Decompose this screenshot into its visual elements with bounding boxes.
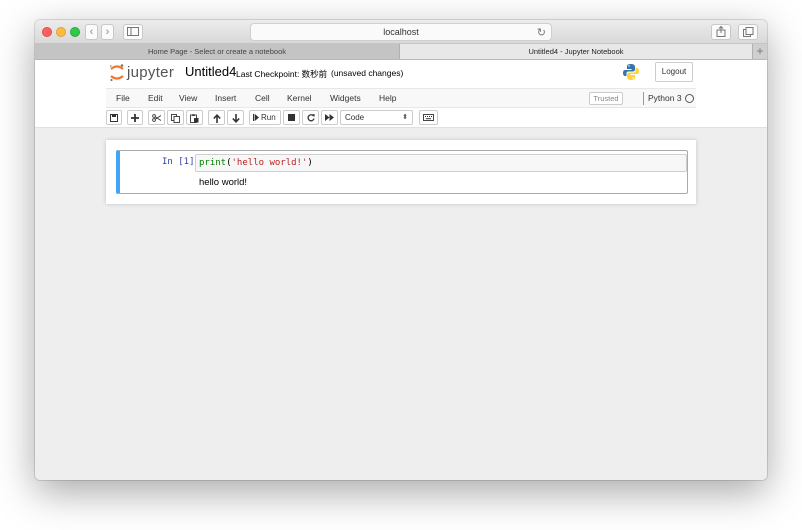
jupyter-logo-icon: [110, 64, 124, 82]
cell-output: hello world!: [199, 177, 248, 188]
code-editor[interactable]: print('hello world!'): [195, 154, 687, 172]
arrow-up-icon: [212, 114, 221, 123]
plus-icon: [131, 114, 139, 122]
arrow-down-icon: [231, 114, 240, 123]
cell-type-value: Code: [345, 113, 365, 122]
kernel-separator: [643, 92, 644, 105]
menu-file[interactable]: File: [116, 93, 130, 103]
plus-icon: +: [756, 44, 764, 58]
notebook-toolbar: Run Code ⬍: [106, 110, 706, 126]
cut-button[interactable]: [148, 110, 165, 125]
sidebar-toggle-button[interactable]: [123, 24, 143, 40]
tab-home-page[interactable]: Home Page - Select or create a notebook: [35, 44, 400, 59]
interrupt-kernel-button[interactable]: [283, 110, 300, 125]
move-down-button[interactable]: [227, 110, 244, 125]
notebook-container: In [1]: print('hello world!') hello worl…: [106, 140, 696, 204]
title-bar: ‹ › localhost ↻: [35, 20, 767, 44]
browser-window: ‹ › localhost ↻ Home Page - Select or cr…: [35, 20, 767, 480]
logout-button[interactable]: Logout: [655, 62, 693, 82]
last-checkpoint: Last Checkpoint: 数秒前: [236, 69, 328, 79]
paste-button[interactable]: [186, 110, 203, 125]
logo-text: jupyter: [127, 64, 175, 81]
keyboard-icon: [423, 114, 434, 121]
code-paren-close: ): [307, 158, 313, 168]
tab-bar: Home Page - Select or create a notebook …: [35, 44, 767, 60]
scissors-icon: [152, 114, 161, 122]
stop-icon: [288, 114, 295, 121]
notebook-area: In [1]: print('hello world!') hello worl…: [35, 128, 767, 480]
address-text: localhost: [383, 27, 419, 37]
minimize-window-button[interactable]: [56, 27, 66, 37]
sidebar-icon: [127, 27, 139, 36]
run-label: Run: [261, 113, 276, 122]
share-button[interactable]: [711, 24, 731, 40]
restart-run-all-button[interactable]: [321, 110, 338, 125]
select-arrows-icon: ⬍: [402, 114, 408, 121]
close-window-button[interactable]: [42, 27, 52, 37]
tab-label: Untitled4 - Jupyter Notebook: [528, 47, 624, 56]
kernel-idle-icon: [685, 94, 694, 103]
forward-button[interactable]: ›: [101, 24, 114, 40]
python-logo-icon: [623, 64, 639, 80]
chevron-right-icon: ›: [105, 26, 110, 38]
menu-kernel[interactable]: Kernel: [287, 93, 312, 103]
menu-insert[interactable]: Insert: [215, 93, 236, 103]
code-string: 'hello world!': [231, 158, 308, 168]
tabs-overview-icon: [742, 27, 753, 37]
restart-kernel-button[interactable]: [302, 110, 319, 125]
chevron-left-icon: ‹: [89, 26, 94, 38]
tab-label: Home Page - Select or create a notebook: [148, 47, 286, 56]
menu-view[interactable]: View: [179, 93, 197, 103]
jupyter-logo[interactable]: jupyter: [109, 63, 179, 83]
menu-bar: File Edit View Insert Cell Kernel Widget…: [106, 88, 696, 108]
autosave-status: (unsaved changes): [331, 68, 404, 78]
new-tab-button[interactable]: +: [752, 44, 767, 59]
kernel-name: Python 3: [648, 93, 682, 103]
address-bar[interactable]: localhost ↻: [250, 23, 552, 41]
menu-widgets[interactable]: Widgets: [330, 93, 361, 103]
cell-type-select[interactable]: Code ⬍: [340, 110, 413, 125]
zoom-window-button[interactable]: [70, 27, 80, 37]
reload-icon[interactable]: ↻: [537, 25, 546, 41]
share-icon: [716, 25, 726, 37]
notebook-name[interactable]: Untitled4: [185, 64, 236, 79]
menu-cell[interactable]: Cell: [255, 93, 270, 103]
run-button[interactable]: Run: [249, 110, 281, 125]
move-up-button[interactable]: [208, 110, 225, 125]
menu-edit[interactable]: Edit: [148, 93, 163, 103]
show-tabs-button[interactable]: [738, 24, 758, 40]
copy-icon: [171, 114, 180, 123]
menu-help[interactable]: Help: [379, 93, 396, 103]
code-cell[interactable]: In [1]: print('hello world!') hello worl…: [116, 150, 688, 194]
save-icon: [110, 114, 118, 122]
insert-cell-button[interactable]: [127, 110, 143, 125]
command-palette-button[interactable]: [419, 110, 438, 125]
back-button[interactable]: ‹: [85, 24, 98, 40]
tab-untitled4[interactable]: Untitled4 - Jupyter Notebook: [400, 44, 752, 59]
step-forward-icon: [253, 114, 259, 121]
code-builtin: print: [199, 158, 227, 168]
notebook-header: jupyter Untitled4 Last Checkpoint: 数秒前 (…: [35, 60, 767, 128]
paste-icon: [190, 114, 199, 123]
save-button[interactable]: [106, 110, 122, 125]
restart-icon: [306, 114, 315, 122]
copy-button[interactable]: [167, 110, 184, 125]
trusted-indicator[interactable]: Trusted: [589, 92, 623, 105]
fast-forward-icon: [325, 114, 334, 121]
